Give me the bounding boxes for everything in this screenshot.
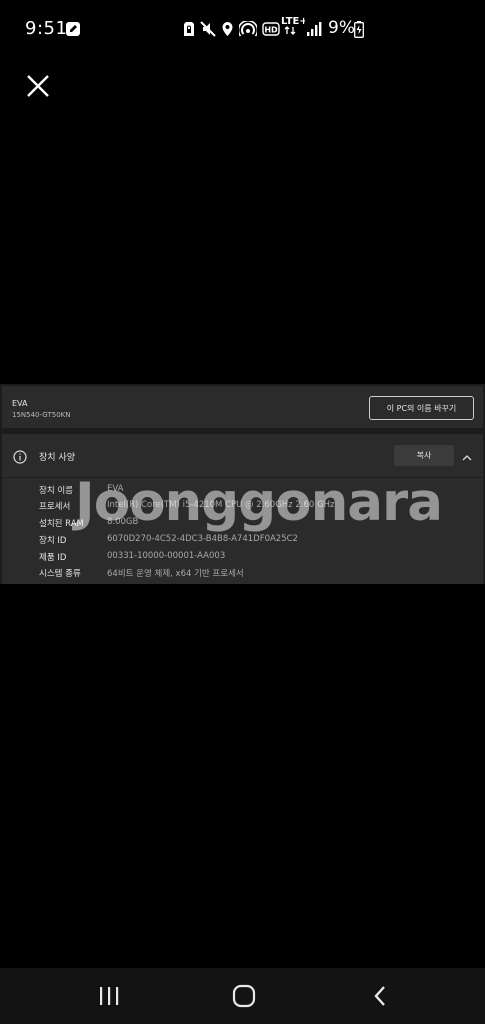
device-model: 15N540-GT50KN [12,411,71,419]
svg-text:HD: HD [264,26,278,35]
status-bar: 9:51 HD LTE+ 9% [0,0,485,58]
svg-text:LTE+: LTE+ [281,16,305,27]
info-icon [13,449,27,468]
close-icon [27,75,49,97]
device-name: EVA [12,399,28,408]
spec-value: 6070D270-4C52-4DC3-B4B8-A741DF0A25C2 [107,534,298,544]
hotspot-icon [239,20,257,38]
spec-row-product-id: 제품 ID 00331-10000-00001-AA003 [2,551,483,567]
spec-label: 장치 ID [39,536,67,546]
rename-pc-button[interactable]: 이 PC의 이름 바꾸기 [369,396,474,420]
battery-charging-icon [354,20,364,38]
sim-lock-icon [183,20,195,38]
close-button[interactable] [22,70,54,102]
mute-icon [200,20,216,38]
back-icon [374,986,385,1006]
spec-value: 64비트 운영 체제, x64 기반 프로세서 [107,569,244,579]
battery-percent: 9% [328,18,355,38]
edit-square-icon [65,20,81,38]
navigation-bar [0,968,485,1024]
spec-label: 프로세서 [39,502,71,512]
spec-row-device-id: 장치 ID 6070D270-4C52-4DC3-B4B8-A741DF0A25… [2,534,483,550]
specs-title: 장치 사양 [39,453,75,463]
spec-value: 00331-10000-00001-AA003 [107,551,226,561]
recent-apps-icon [100,987,119,1005]
recent-apps-button[interactable] [89,980,129,1012]
home-icon [232,984,256,1008]
spec-label: 제품 ID [39,553,67,563]
copy-button[interactable]: 복사 [394,445,454,466]
chevron-up-icon[interactable] [461,449,473,468]
spec-label: 시스템 종류 [39,569,81,579]
hd-voice-icon: HD [262,20,280,38]
location-icon [221,20,234,38]
watermark: Joonggonara [75,472,443,533]
spec-label: 장치 이름 [39,486,73,496]
back-button[interactable] [360,980,400,1012]
status-time: 9:51 [25,18,68,39]
home-button[interactable] [224,980,264,1012]
lte-icon: LTE+ [281,16,305,35]
device-card: EVA 15N540-GT50KN 이 PC의 이름 바꾸기 [2,386,483,428]
spec-row-system-type: 시스템 종류 64비트 운영 체제, x64 기반 프로세서 [2,567,483,583]
signal-icon [306,20,322,38]
